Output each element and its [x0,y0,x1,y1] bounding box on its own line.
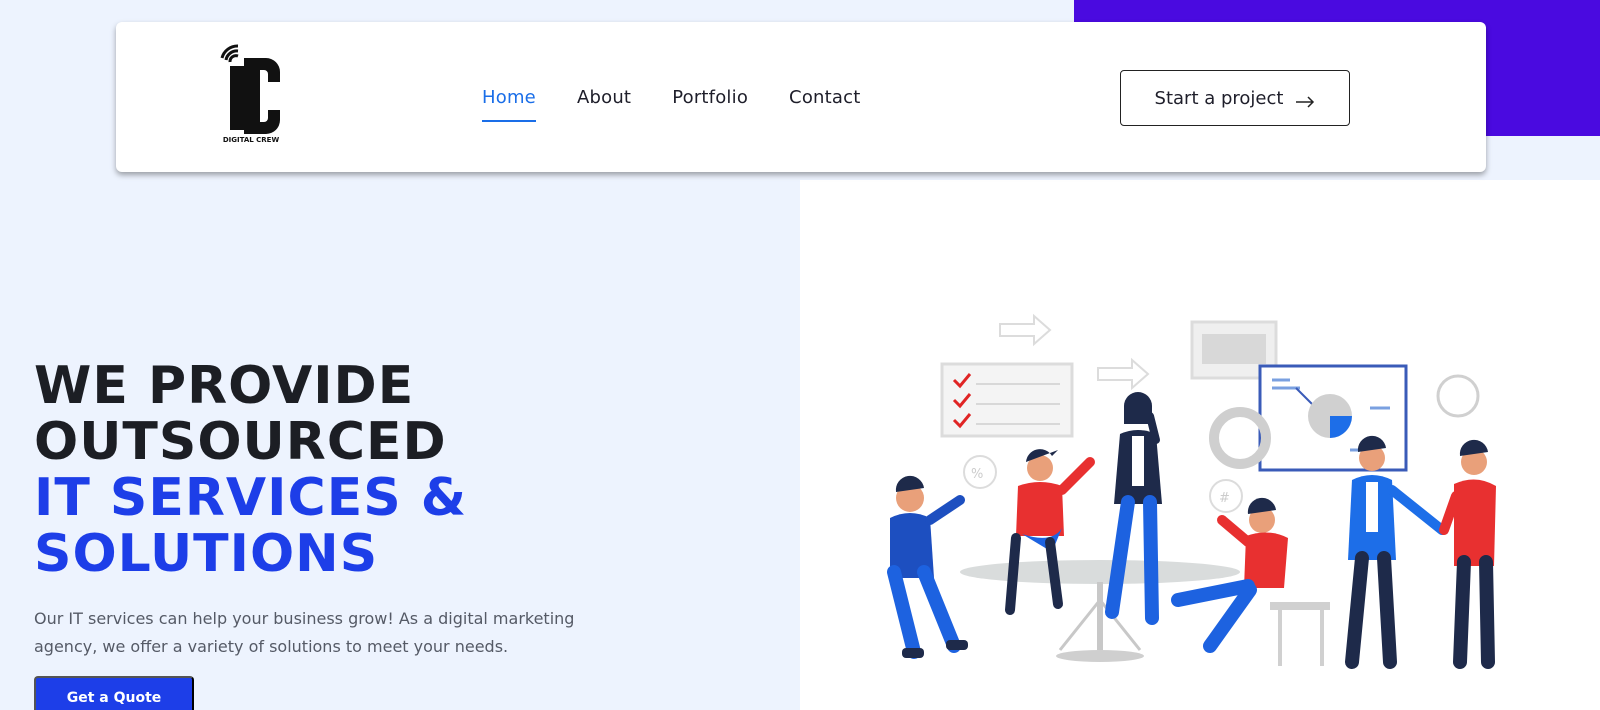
logo-text: DIGITAL CREW [222,136,280,144]
hero-title: WE PROVIDE OUTSOURCED IT SERVICES & SOLU… [34,358,754,582]
hero-description: Our IT services can help your business g… [34,609,575,656]
svg-text:%: % [971,467,983,482]
brand-logo[interactable] [218,44,284,148]
nav-contact[interactable]: Contact [789,81,860,114]
nav-portfolio[interactable]: Portfolio [672,81,748,114]
arrow-right-icon [1295,92,1315,108]
team-meeting-illustration: % # [850,310,1550,710]
nav-about[interactable]: About [577,81,631,114]
hero-title-line-2: OUTSOURCED [34,412,447,472]
start-project-label: Start a project [1154,87,1284,109]
hero-title-line-4: SOLUTIONS [34,524,379,584]
svg-text:#: # [1219,491,1230,506]
hero-title-line-3: IT SERVICES & [34,468,468,528]
navbar: DIGITAL CREW Home About Portfolio Contac… [116,22,1486,172]
get-quote-button[interactable]: Get a Quote [34,676,194,710]
main-nav: Home About Portfolio Contact [482,22,901,172]
digital-crew-logo-icon [220,44,280,134]
nav-home[interactable]: Home [482,81,536,122]
team-illustration-icon: % # [887,313,1496,669]
start-project-button[interactable]: Start a project [1120,70,1350,126]
hero-title-line-1: WE PROVIDE [34,356,415,416]
